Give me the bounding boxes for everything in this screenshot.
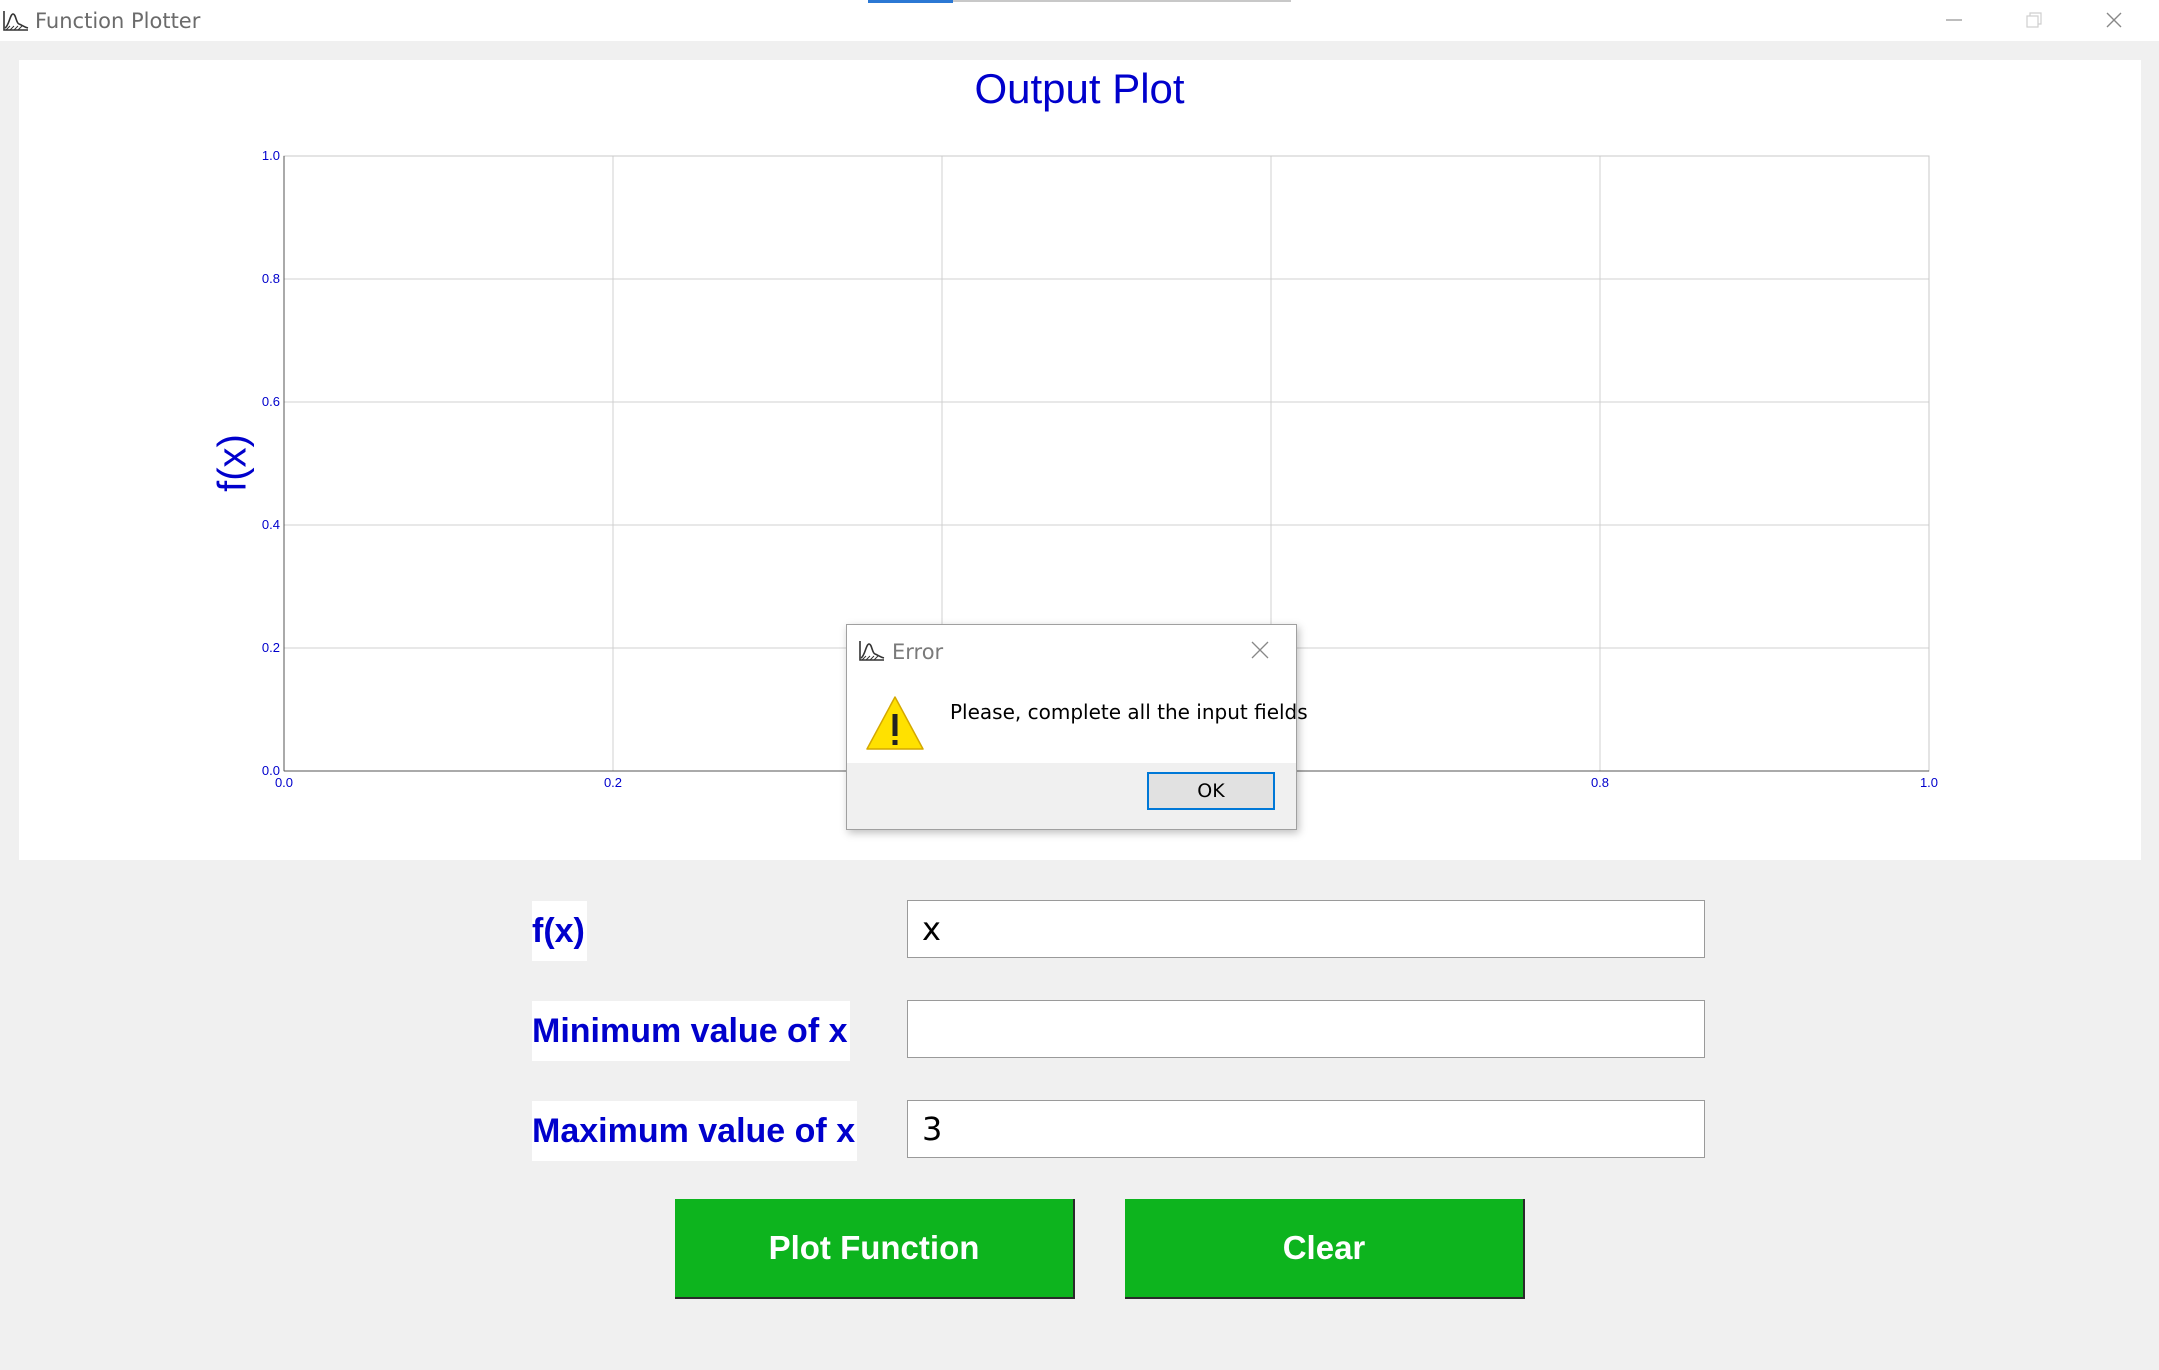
min-x-label: Minimum value of x xyxy=(532,1001,850,1061)
fx-label: f(x) xyxy=(532,901,587,961)
dialog-title: Error xyxy=(892,640,944,664)
dialog-footer: OK xyxy=(847,763,1296,829)
y-tick-label: 0.2 xyxy=(262,640,280,655)
close-icon[interactable] xyxy=(1251,641,1269,659)
dialog-message: Please, complete all the input fields xyxy=(950,700,1308,724)
max-x-input[interactable] xyxy=(907,1100,1705,1158)
clear-button[interactable]: Clear xyxy=(1125,1199,1525,1299)
warning-icon xyxy=(866,696,924,750)
y-tick-label: 1.0 xyxy=(262,148,280,163)
fx-input[interactable] xyxy=(907,900,1705,958)
x-tick-label: 1.0 xyxy=(1920,775,1938,790)
x-tick-label: 0.2 xyxy=(604,775,622,790)
y-tick-label: 0.8 xyxy=(262,271,280,286)
x-tick-label: 0.8 xyxy=(1591,775,1609,790)
min-x-input[interactable] xyxy=(907,1000,1705,1058)
max-x-label: Maximum value of x xyxy=(532,1101,858,1161)
function-graph-icon xyxy=(859,641,885,661)
ok-button[interactable]: OK xyxy=(1147,772,1275,810)
plot-function-button[interactable]: Plot Function xyxy=(675,1199,1075,1299)
y-tick-label: 0.4 xyxy=(262,517,280,532)
y-tick-label: 0.0 xyxy=(262,763,280,778)
error-dialog: Error Please, complete all the input fie… xyxy=(846,624,1308,830)
y-tick-label: 0.6 xyxy=(262,394,280,409)
